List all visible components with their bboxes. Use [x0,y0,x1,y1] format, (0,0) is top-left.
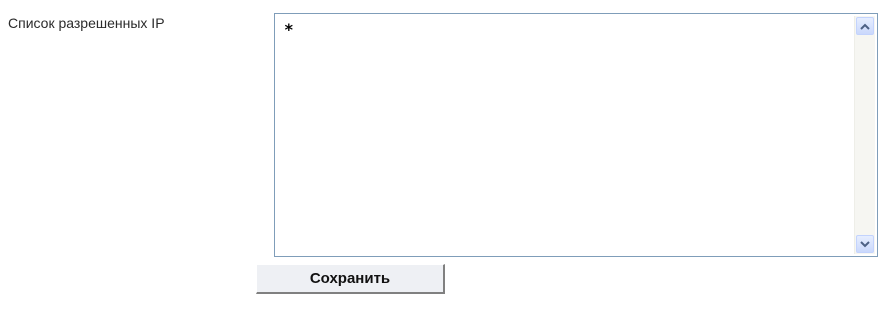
allowed-ip-list-label: Список разрешенных IP [8,15,165,31]
save-button[interactable]: Сохранить [256,264,445,294]
allowed-ip-list-value[interactable]: * [275,14,852,256]
allowed-ip-list-textarea[interactable]: * [274,13,878,257]
chevron-down-icon [860,240,870,247]
scroll-down-button[interactable] [856,235,874,253]
vertical-scrollbar[interactable] [854,16,875,254]
scroll-up-button[interactable] [856,17,874,35]
chevron-up-icon [860,23,870,30]
